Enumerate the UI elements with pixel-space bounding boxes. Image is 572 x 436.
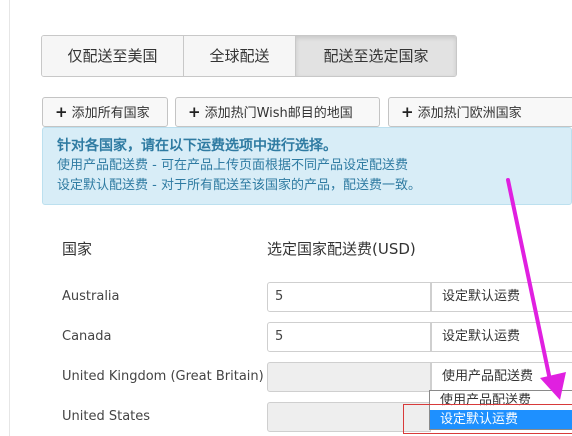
fee-option-select[interactable]: 设定默认运费	[431, 322, 572, 352]
tab-worldwide[interactable]: 全球配送	[184, 36, 296, 76]
country-name: United Kingdom (Great Britain)	[62, 369, 264, 384]
fee-option-select[interactable]: 使用产品配送费	[431, 362, 572, 392]
add-popular-europe-label: 添加热门欧洲国家	[417, 106, 522, 121]
add-all-countries-label: 添加所有国家	[71, 106, 150, 121]
country-name: United States	[62, 409, 151, 424]
shipping-info-alert: 针对各国家，请在以下运费选项中进行选择。 使用产品配送费 - 可在产品上传页面根…	[42, 127, 572, 205]
column-header-fee: 选定国家配送费(USD)	[267, 240, 416, 258]
plus-icon: +	[55, 103, 68, 121]
add-popular-wish-destinations-button[interactable]: + 添加热门Wish邮目的地国	[175, 97, 380, 127]
info-line-product-fee: 使用产品配送费 - 可在产品上传页面根据不同产品设定配送费	[57, 158, 408, 173]
add-country-toolbar: +添加所有国家 +添加热门Wish邮目的地国 +添加热门欧洲国家 +添	[42, 97, 572, 127]
add-popular-europe-button[interactable]: + 添加热门欧洲国家	[388, 97, 572, 127]
tab-selected-countries[interactable]: 配送至选定国家	[296, 36, 456, 76]
annotation-highlight-box	[403, 404, 572, 434]
plus-icon: +	[401, 103, 414, 121]
fee-input[interactable]: 5	[267, 282, 431, 312]
country-name: Canada	[62, 329, 112, 344]
info-title: 针对各国家，请在以下运费选项中进行选择。	[57, 138, 337, 154]
column-header-country: 国家	[62, 240, 93, 258]
info-line-default-fee: 设定默认配送费 - 对于所有配送至该国家的产品，配送费一致。	[57, 178, 421, 193]
tab-us-only[interactable]: 仅配送至美国	[42, 36, 184, 76]
add-popular-wish-label: 添加热门Wish邮目的地国	[204, 106, 353, 121]
page-border	[9, 0, 10, 436]
fee-option-select[interactable]: 设定默认运费	[431, 282, 572, 312]
country-name: Australia	[62, 289, 120, 304]
add-all-countries-button[interactable]: + 添加所有国家	[42, 97, 168, 127]
plus-icon: +	[188, 103, 201, 121]
fee-input[interactable]: 5	[267, 322, 431, 352]
shipping-scope-tabs: 仅配送至美国 全球配送 配送至选定国家	[41, 35, 457, 77]
fee-input-disabled	[267, 362, 431, 392]
